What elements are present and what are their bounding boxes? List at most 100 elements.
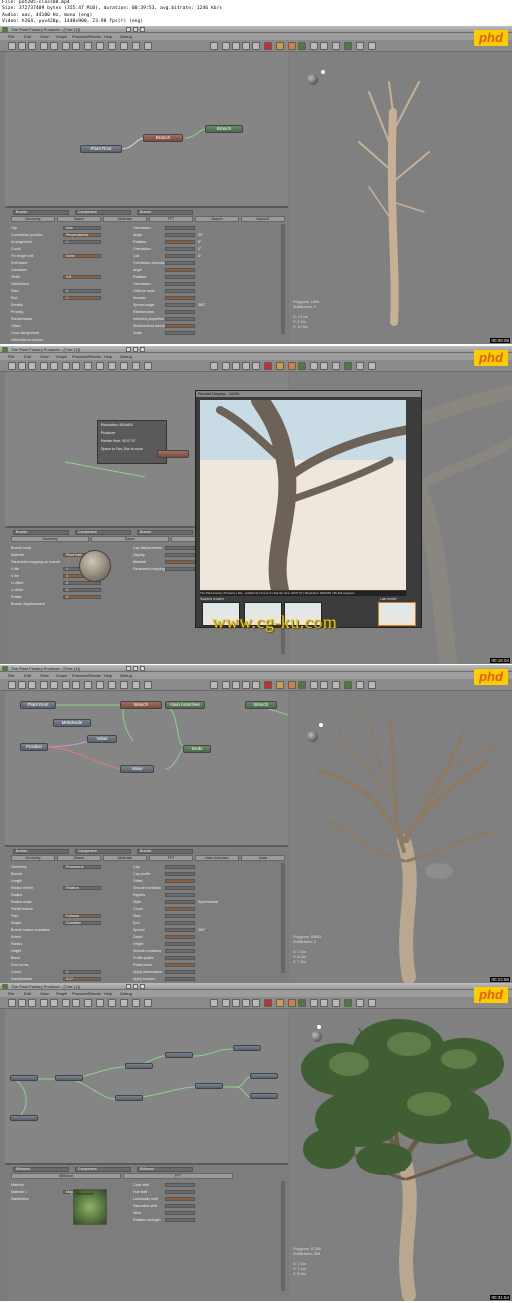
property-tab[interactable]: Branch2 [241, 216, 285, 222]
menu-view[interactable]: View [40, 991, 49, 996]
menu-view[interactable]: View [40, 34, 49, 39]
toolbar-tool-icon[interactable] [144, 42, 152, 50]
light-handle[interactable] [317, 1025, 321, 1029]
property-value-field[interactable] [165, 977, 195, 981]
toolbar-tool-icon[interactable] [332, 362, 340, 370]
property-value-field[interactable] [165, 553, 195, 557]
property-tab[interactable]: Geometry [11, 855, 55, 861]
toolbar-tool-icon[interactable] [50, 362, 58, 370]
toolbar-tool-icon[interactable] [108, 999, 116, 1007]
property-value-field[interactable] [165, 567, 195, 571]
material-thumbnail[interactable]: Parametric [73, 1189, 107, 1225]
toolbar-tool-icon[interactable] [242, 681, 250, 689]
property-value-field[interactable] [165, 1218, 195, 1222]
toolbar-tool-icon[interactable] [84, 362, 92, 370]
property-tab[interactable]: Materials [103, 855, 147, 861]
graph-node[interactable] [250, 1073, 278, 1079]
toolbar-tool-icon[interactable] [40, 42, 48, 50]
toolbar-tool-icon[interactable] [62, 362, 70, 370]
toolbar-tool-icon[interactable] [72, 42, 80, 50]
property-value-field[interactable]: Symmetrical [165, 900, 218, 904]
menu-render[interactable]: Render [88, 34, 101, 39]
toolbar-tool-icon[interactable] [84, 42, 92, 50]
toolbar-tool-icon[interactable] [50, 999, 58, 1007]
toolbar-tool-icon[interactable] [120, 999, 128, 1007]
toolbar-tool-icon[interactable] [120, 362, 128, 370]
light-sphere[interactable] [311, 1031, 322, 1042]
toolbar-tool-icon[interactable] [18, 681, 26, 689]
toolbar-tool-icon[interactable] [72, 362, 80, 370]
maximize-button[interactable] [133, 666, 138, 671]
toolbar-tool-icon[interactable] [132, 999, 140, 1007]
property-value-field[interactable]: Inherit from parent [165, 560, 227, 564]
property-value-field[interactable] [165, 872, 195, 876]
menu-help[interactable]: Help [104, 991, 112, 996]
menu-file[interactable]: File [8, 354, 14, 359]
property-value-field[interactable] [165, 914, 195, 918]
toolbar-tool-icon[interactable] [310, 362, 318, 370]
property-value-field[interactable] [165, 907, 195, 911]
toolbar-tool-icon[interactable] [210, 999, 218, 1007]
property-value-field[interactable] [165, 1211, 195, 1215]
toolbar-tool-icon[interactable] [298, 999, 306, 1007]
property-value-field[interactable] [165, 1197, 195, 1201]
toolbar-tool-icon[interactable] [332, 999, 340, 1007]
graph-node[interactable]: Branch [143, 134, 183, 142]
graph-node[interactable]: Branch [120, 701, 162, 709]
panel-scrollbar[interactable] [281, 1181, 285, 1291]
toolbar-tool-icon[interactable] [344, 999, 352, 1007]
toolbar-tool-icon[interactable] [252, 681, 260, 689]
toolbar-tool-icon[interactable] [344, 362, 352, 370]
bark-material-thumbnail[interactable] [79, 550, 111, 582]
property-value-field[interactable] [165, 268, 195, 272]
property-value-field[interactable]: 1 [63, 296, 101, 300]
toolbar-tool-icon[interactable] [84, 999, 92, 1007]
toolbar-tool-icon[interactable] [132, 362, 140, 370]
graph-node[interactable] [125, 1063, 153, 1069]
toolbar-tool-icon[interactable] [288, 42, 296, 50]
toolbar-tool-icon[interactable] [368, 681, 376, 689]
toolbar-tool-icon[interactable] [298, 42, 306, 50]
toolbar-tool-icon[interactable] [62, 42, 70, 50]
toolbar-tool-icon[interactable] [356, 999, 364, 1007]
menu-file[interactable]: File [8, 991, 14, 996]
toolbar-tool-icon[interactable] [28, 362, 36, 370]
toolbar-tool-icon[interactable] [28, 42, 36, 50]
property-value-field[interactable] [165, 865, 195, 869]
component-combo[interactable]: Branch [13, 210, 69, 215]
light-handle[interactable] [319, 723, 323, 727]
property-value-field[interactable]: 0° [165, 247, 201, 251]
toolbar-tool-icon[interactable] [310, 999, 318, 1007]
toolbar-tool-icon[interactable] [132, 42, 140, 50]
property-value-field[interactable] [165, 935, 195, 939]
property-value-field[interactable] [165, 296, 195, 300]
toolbar-tool-icon[interactable] [344, 681, 352, 689]
property-value-field[interactable]: Procedural [63, 865, 101, 869]
graph-node[interactable]: Branch [205, 125, 243, 133]
toolbar-tool-icon[interactable] [368, 42, 376, 50]
menu-edit[interactable]: Edit [24, 354, 31, 359]
graph-node[interactable]: Value [87, 735, 117, 743]
property-value-field[interactable] [165, 282, 195, 286]
property-value-field[interactable]: 0 [63, 289, 101, 293]
toolbar-tool-icon[interactable] [356, 42, 364, 50]
property-value-field[interactable] [165, 970, 195, 974]
minimize-button[interactable] [126, 347, 131, 352]
property-value-field[interactable]: Relative [63, 886, 101, 890]
toolbar-tool-icon[interactable] [50, 681, 58, 689]
component-combo[interactable]: Component [75, 1167, 131, 1172]
toolbar-tool-icon[interactable] [28, 681, 36, 689]
menu-producer[interactable]: Producer [72, 673, 88, 678]
property-tab[interactable]: FFT [149, 855, 193, 861]
toolbar-tool-icon[interactable] [28, 999, 36, 1007]
toolbar-tool-icon[interactable] [298, 362, 306, 370]
minimize-button[interactable] [126, 666, 131, 671]
toolbar-tool-icon[interactable] [242, 362, 250, 370]
component-combo[interactable]: Branch [137, 530, 193, 535]
component-combo[interactable]: Branch [13, 530, 69, 535]
menu-producer[interactable]: Producer [72, 354, 88, 359]
toolbar-tool-icon[interactable] [8, 999, 16, 1007]
toolbar-tool-icon[interactable] [8, 362, 16, 370]
menu-debug[interactable]: Debug [120, 673, 132, 678]
component-combo[interactable]: Component [75, 530, 131, 535]
